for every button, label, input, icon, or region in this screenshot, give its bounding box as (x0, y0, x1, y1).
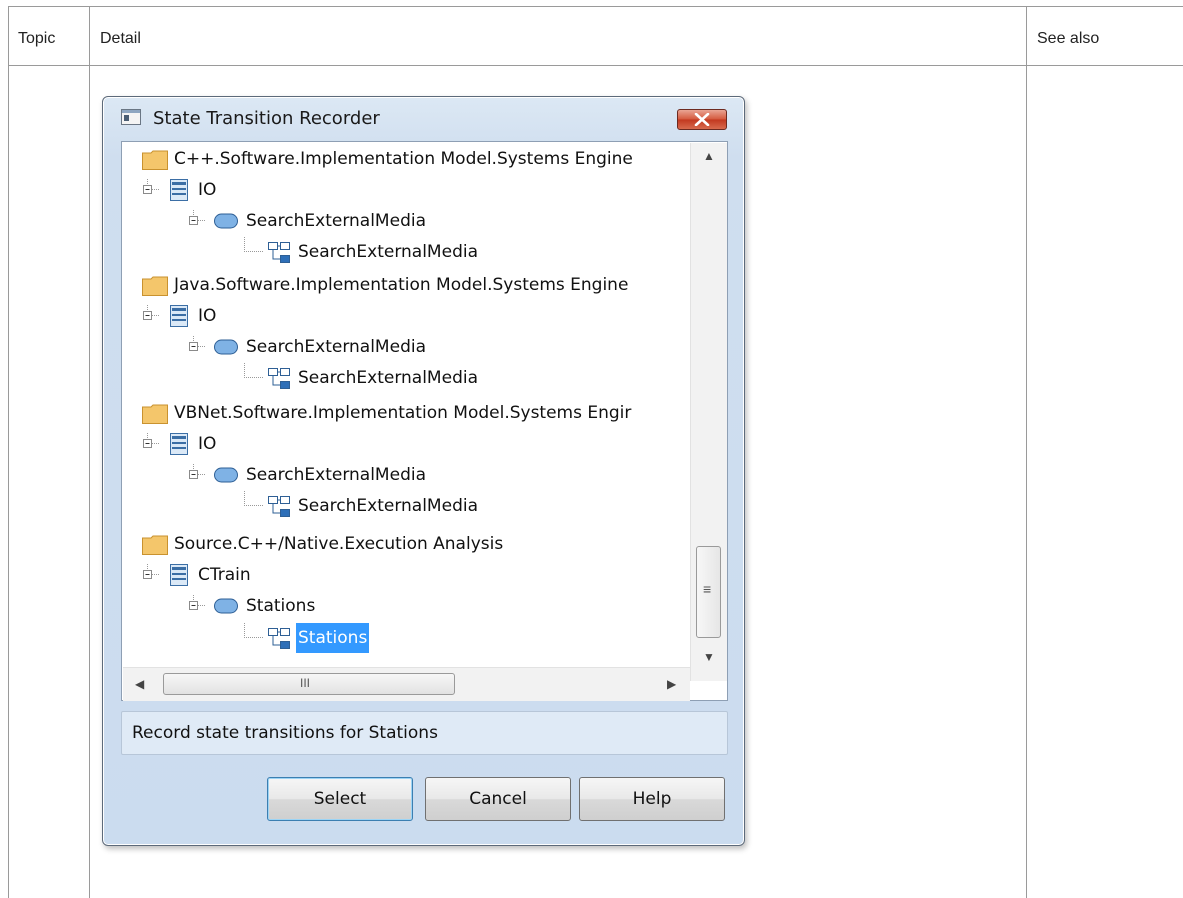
tree-class-label: IO (198, 180, 217, 200)
cancel-button[interactable]: Cancel (425, 777, 571, 821)
tree-item-class[interactable]: CTrain (122, 560, 690, 590)
tree-item-diagram[interactable]: SearchExternalMedia (122, 237, 690, 267)
tree-item-package[interactable]: VBNet.Software.Implementation Model.Syst… (122, 398, 690, 428)
description-panel: Record state transitions for Stations (121, 711, 728, 755)
tree-item-operation[interactable]: SearchExternalMedia (122, 460, 690, 490)
scroll-grip-icon: ≡ (703, 581, 712, 597)
table-left-border (8, 6, 9, 898)
tree-item-class[interactable]: IO (122, 429, 690, 459)
state-diagram-icon (268, 242, 290, 263)
select-button[interactable]: Select (267, 777, 413, 821)
state-diagram-icon (268, 368, 290, 389)
operation-icon (214, 339, 238, 355)
tree-connector-icon (244, 623, 264, 638)
tree-item-package[interactable]: C++.Software.Implementation Model.System… (122, 144, 690, 174)
tree-connector-icon (244, 491, 264, 506)
folder-icon (142, 276, 168, 296)
vertical-scrollbar[interactable]: ▲ ≡ ▼ (690, 143, 727, 681)
close-icon (694, 113, 710, 126)
tree-item-diagram[interactable]: SearchExternalMedia (122, 363, 690, 393)
tree-item-operation[interactable]: SearchExternalMedia (122, 206, 690, 236)
tree-item-operation[interactable]: SearchExternalMedia (122, 332, 690, 362)
tree-operation-label: SearchExternalMedia (246, 211, 426, 231)
tree-item-package[interactable]: Java.Software.Implementation Model.Syste… (122, 270, 690, 300)
tree-package-label: Source.C++/Native.Execution Analysis (174, 534, 504, 554)
help-button[interactable]: Help (579, 777, 725, 821)
folder-icon (142, 150, 168, 170)
header-detail: Detail (100, 30, 141, 47)
description-text: Record state transitions for Stations (132, 723, 438, 743)
title-bar[interactable]: State Transition Recorder (103, 97, 744, 141)
tree-connector-icon (244, 237, 264, 252)
table-column-divider-1 (89, 6, 90, 898)
tree-operation-label: SearchExternalMedia (246, 465, 426, 485)
tree-operation-label: SearchExternalMedia (246, 337, 426, 357)
tree-class-label: IO (198, 434, 217, 454)
close-button[interactable] (677, 109, 727, 130)
tree-package-label: VBNet.Software.Implementation Model.Syst… (174, 403, 632, 423)
state-diagram-icon (268, 496, 290, 517)
tree-item-package[interactable]: Source.C++/Native.Execution Analysis (122, 529, 690, 559)
dialog-title: State Transition Recorder (153, 108, 380, 129)
header-see-also: See also (1037, 30, 1100, 47)
tree-item-diagram-selected[interactable]: Stations (122, 623, 690, 653)
folder-icon (142, 535, 168, 555)
horizontal-scroll-thumb[interactable]: III (163, 673, 455, 695)
state-diagram-icon (268, 628, 290, 649)
vertical-scroll-thumb[interactable]: ≡ (696, 546, 721, 638)
horizontal-scrollbar[interactable]: ◀ III ▶ (123, 667, 690, 701)
class-icon (170, 433, 188, 455)
class-icon (170, 564, 188, 586)
tree-class-label: CTrain (198, 565, 251, 585)
tree-item-class[interactable]: IO (122, 301, 690, 331)
tree-diagram-label: SearchExternalMedia (298, 242, 478, 262)
scroll-grip-icon: III (300, 676, 311, 690)
tree-class-label: IO (198, 306, 217, 326)
table-column-divider-2 (1026, 6, 1027, 898)
window-icon (121, 109, 141, 125)
tree-package-label: Java.Software.Implementation Model.Syste… (174, 275, 629, 295)
folder-icon (142, 404, 168, 424)
tree-item-diagram[interactable]: SearchExternalMedia (122, 491, 690, 521)
state-transition-recorder-dialog: State Transition Recorder C++.Software.I… (102, 96, 745, 846)
tree-operation-label: Stations (246, 596, 316, 616)
table-top-border (8, 6, 1183, 7)
recorder-tree-view[interactable]: C++.Software.Implementation Model.System… (121, 141, 728, 701)
tree-item-class[interactable]: IO (122, 175, 690, 205)
scroll-right-arrow-icon[interactable]: ▶ (667, 677, 676, 691)
scroll-up-arrow-icon[interactable]: ▲ (703, 149, 715, 163)
scroll-left-arrow-icon[interactable]: ◀ (135, 677, 144, 691)
tree-item-operation[interactable]: Stations (122, 591, 690, 621)
tree-connector-icon (244, 363, 264, 378)
class-icon (170, 179, 188, 201)
operation-icon (214, 213, 238, 229)
tree-diagram-label: SearchExternalMedia (298, 496, 478, 516)
tree-package-label: C++.Software.Implementation Model.System… (174, 149, 633, 169)
tree-diagram-label-selected: Stations (296, 623, 370, 653)
scroll-down-arrow-icon[interactable]: ▼ (703, 650, 715, 664)
operation-icon (214, 598, 238, 614)
header-topic: Topic (18, 30, 56, 47)
tree-diagram-label: SearchExternalMedia (298, 368, 478, 388)
table-header-divider (8, 65, 1183, 66)
class-icon (170, 305, 188, 327)
operation-icon (214, 467, 238, 483)
